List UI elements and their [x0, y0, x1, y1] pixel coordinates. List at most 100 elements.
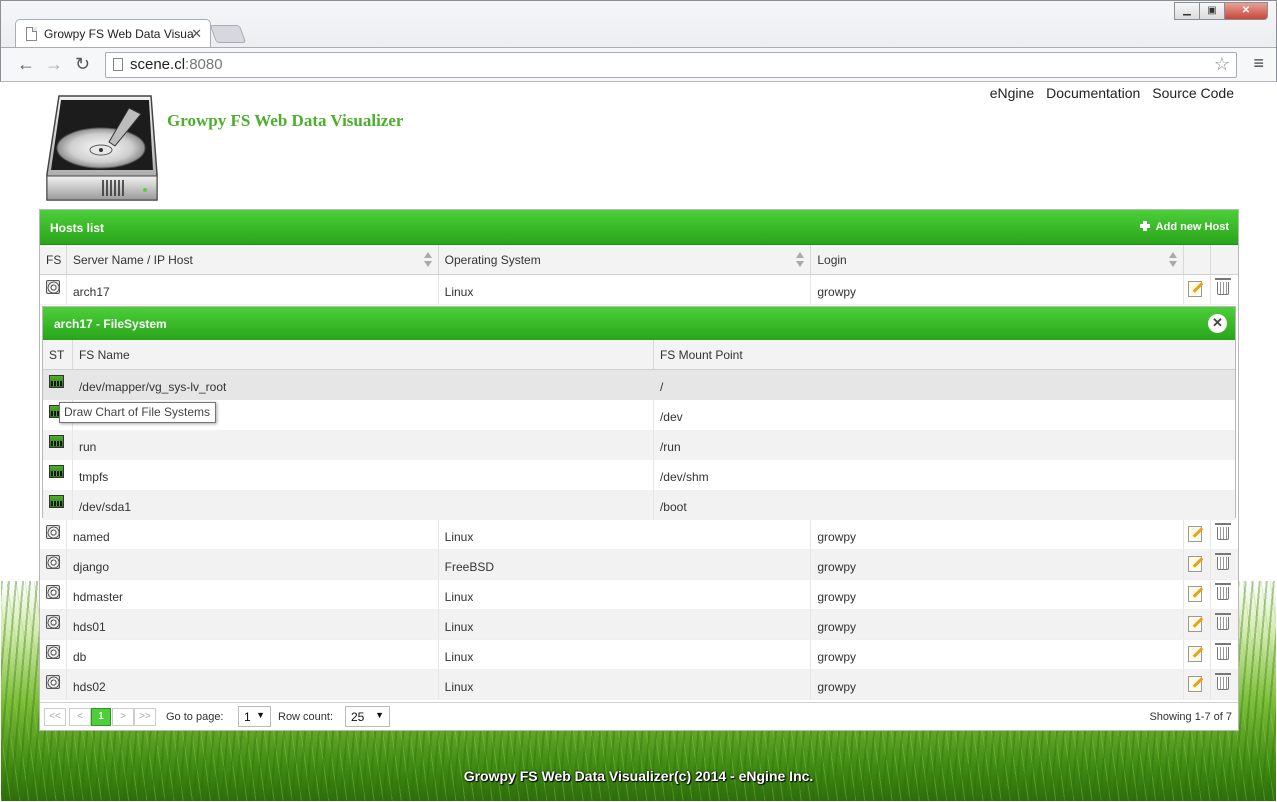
edit-icon[interactable] [1188, 676, 1203, 692]
dropdown-arrow-icon: ▼ [256, 710, 265, 720]
hard-disk-icon[interactable] [46, 280, 60, 294]
table-row[interactable]: db Linux growpy [40, 640, 1238, 670]
address-bar[interactable]: scene.cl:8080 ☆ [105, 52, 1237, 78]
next-page-button[interactable]: > [112, 708, 134, 726]
add-host-button[interactable]: Add new Host [1139, 221, 1229, 233]
hard-disk-icon[interactable] [46, 525, 60, 539]
current-page-button[interactable]: 1 [91, 708, 111, 726]
column-server-name[interactable]: Server Name / IP Host [67, 245, 439, 274]
last-page-button[interactable]: >> [134, 708, 156, 726]
column-login[interactable]: Login [811, 245, 1185, 274]
nav-link-documentation[interactable]: Documentation [1046, 85, 1140, 101]
window-controls: ▁ ▣ ✕ [1174, 2, 1268, 20]
close-window-icon[interactable]: ✕ [1224, 2, 1268, 20]
page-icon [113, 58, 123, 71]
cell-fs-name: tmpfs [73, 460, 654, 490]
table-row[interactable]: hds02 Linux growpy [40, 670, 1238, 700]
column-os[interactable]: Operating System [439, 245, 812, 274]
prev-page-button[interactable]: < [69, 708, 91, 726]
trash-icon[interactable] [1215, 278, 1232, 295]
hard-disk-icon[interactable] [46, 645, 60, 659]
tooltip: Draw Chart of File Systems [59, 402, 217, 423]
cell-os: Linux [439, 580, 812, 609]
site-title: Growpy FS Web Data Visualizer [167, 111, 404, 130]
column-fs: FS [40, 245, 67, 274]
table-row[interactable]: arch17 Linux growpy [40, 275, 1238, 305]
cell-server-name: named [67, 520, 439, 549]
fs-row[interactable]: /dev [43, 400, 1235, 430]
trash-icon[interactable] [1215, 673, 1232, 690]
filesystem-grid-header: arch17 - FileSystem ✕ [43, 307, 1235, 340]
sort-icon[interactable] [796, 252, 805, 268]
new-tab-button[interactable] [209, 25, 247, 43]
cell-login: growpy [811, 670, 1185, 699]
back-arrow-icon[interactable]: ← [17, 54, 35, 75]
first-page-button[interactable]: << [44, 708, 66, 726]
dropdown-arrow-icon: ▼ [375, 710, 384, 720]
column-label: Server Name / IP Host [72, 253, 193, 267]
cell-os: Linux [439, 610, 812, 639]
reload-icon[interactable]: ↻ [75, 54, 90, 75]
trash-icon[interactable] [1215, 553, 1232, 570]
table-row[interactable]: named Linux growpy [40, 520, 1238, 550]
edit-icon[interactable] [1188, 646, 1203, 662]
add-host-label: Add new Host [1155, 221, 1229, 233]
hosts-grid-title: Hosts list [50, 221, 105, 235]
table-row[interactable]: django FreeBSD growpy [40, 550, 1238, 580]
browser-toolbar: ← → ↻ scene.cl:8080 ☆ ≡ [1, 47, 1276, 81]
trash-icon[interactable] [1215, 643, 1232, 660]
bookmark-star-icon[interactable]: ☆ [1214, 54, 1230, 75]
chart-icon[interactable] [49, 495, 64, 508]
column-delete [1211, 245, 1238, 274]
row-count-select[interactable]: 25 ▼ [345, 706, 390, 727]
row-count-label: Row count: [278, 711, 334, 723]
edit-icon[interactable] [1188, 526, 1203, 542]
cell-os: Linux [439, 670, 812, 699]
cell-server-name: django [67, 550, 439, 579]
trash-icon[interactable] [1215, 523, 1232, 540]
hard-disk-icon[interactable] [46, 615, 60, 629]
column-fs-name[interactable]: FS Name [73, 340, 654, 369]
column-fs-mount[interactable]: FS Mount Point [654, 340, 1235, 369]
menu-icon[interactable]: ≡ [1253, 53, 1264, 74]
edit-icon[interactable] [1188, 281, 1203, 297]
chart-icon[interactable] [49, 465, 64, 478]
cell-fs-mount: / [659, 380, 664, 394]
browser-tab[interactable]: Growpy FS Web Data Visua ✕ [15, 19, 211, 47]
cell-fs-mount: /boot [659, 500, 687, 514]
cell-login: growpy [811, 275, 1185, 304]
goto-page-select[interactable]: 1 ▼ [238, 706, 271, 727]
forward-arrow-icon[interactable]: → [45, 54, 63, 75]
minimize-icon[interactable]: ▁ [1174, 2, 1200, 20]
edit-icon[interactable] [1188, 586, 1203, 602]
close-tab-icon[interactable]: ✕ [191, 26, 202, 42]
table-row[interactable]: hdmaster Linux growpy [40, 580, 1238, 610]
edit-icon[interactable] [1188, 556, 1203, 572]
edit-icon[interactable] [1188, 616, 1203, 632]
trash-icon[interactable] [1215, 583, 1232, 600]
nav-link-source-code[interactable]: Source Code [1152, 85, 1234, 101]
fs-row[interactable]: run /run [43, 430, 1235, 460]
fs-row[interactable]: /dev/mapper/vg_sys-lv_root / [43, 370, 1235, 400]
column-label: Operating System [444, 253, 541, 267]
close-icon[interactable]: ✕ [1208, 314, 1227, 333]
chart-icon[interactable] [49, 435, 64, 448]
maximize-icon[interactable]: ▣ [1199, 2, 1225, 20]
fs-row[interactable]: tmpfs /dev/shm [43, 460, 1235, 490]
column-st: ST [43, 340, 73, 369]
sort-icon[interactable] [423, 252, 432, 268]
fs-row[interactable]: /dev/sda1 /boot [43, 490, 1235, 520]
nav-link-engine[interactable]: eNgine [990, 85, 1034, 101]
table-row[interactable]: hds01 Linux growpy [40, 610, 1238, 640]
hard-disk-icon[interactable] [46, 555, 60, 569]
cell-os: Linux [439, 520, 812, 549]
hard-disk-logo-icon [46, 95, 158, 201]
filesystem-subgrid: arch17 - FileSystem ✕ ST FS Name FS Moun… [42, 306, 1236, 520]
hard-disk-icon[interactable] [46, 585, 60, 599]
column-edit [1184, 245, 1212, 274]
hosts-grid-header: Hosts list Add new Host [40, 210, 1238, 245]
sort-icon[interactable] [1169, 252, 1178, 268]
hard-disk-icon[interactable] [46, 675, 60, 689]
trash-icon[interactable] [1215, 613, 1232, 630]
chart-icon[interactable] [49, 375, 64, 388]
